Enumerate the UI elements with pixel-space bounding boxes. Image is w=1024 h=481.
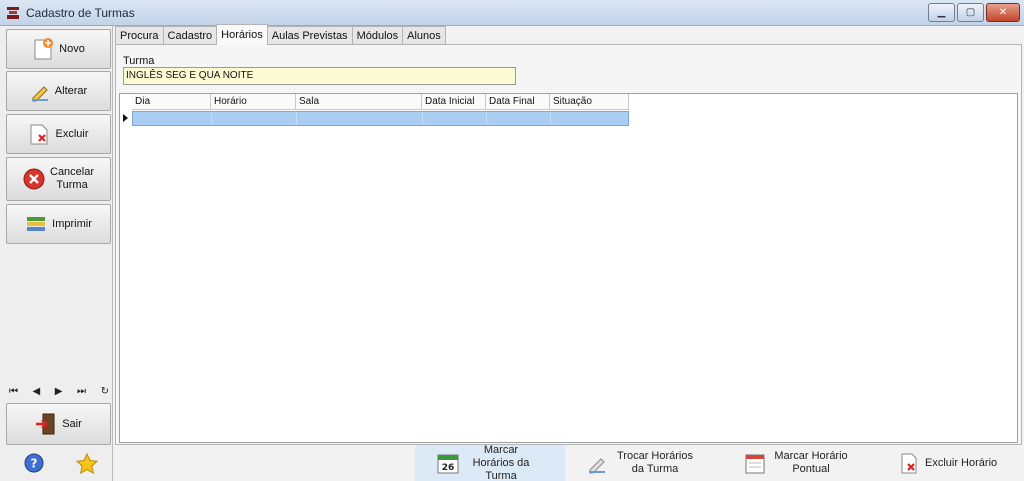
cancelar-turma-button[interactable]: Cancelar Turma <box>6 157 111 201</box>
delete-document-icon <box>30 124 48 145</box>
novo-label: Novo <box>59 42 85 55</box>
novo-button[interactable]: Novo <box>6 29 111 69</box>
calendar-26-icon: 26 <box>437 454 459 474</box>
svg-text:26: 26 <box>442 463 455 473</box>
alterar-label: Alterar <box>54 84 88 97</box>
turma-label: Turma <box>123 55 155 67</box>
excluir-horario-label: Excluir Horário <box>925 456 998 469</box>
column-header-dia[interactable]: Dia <box>132 94 211 110</box>
row-indicator-icon <box>123 114 128 122</box>
title-bar: Cadastro de Turmas ▁ ▢ ✕ <box>0 0 1024 26</box>
sair-label: Sair <box>62 417 82 430</box>
marcar-horarios-turma-button[interactable]: 26 Marcar Horários da Turma <box>415 443 565 481</box>
horarios-panel: Turma INGLÊS SEG E QUA NOITE Dia Horário… <box>115 44 1022 445</box>
table-cell[interactable] <box>212 112 297 125</box>
marcar-horarios-turma-label: Marcar Horários da Turma <box>472 443 530 481</box>
main-area: Procura Cadastro Horários Aulas Prevista… <box>113 24 1024 481</box>
column-header-data-inicial[interactable]: Data Inicial <box>422 94 486 110</box>
printer-icon <box>27 217 46 231</box>
imprimir-button[interactable]: Imprimir <box>6 204 111 244</box>
excluir-horario-button[interactable]: Excluir Horário <box>899 445 1023 481</box>
marcar-horario-pontual-button[interactable]: Marcar Horário Pontual <box>745 445 885 481</box>
table-cell[interactable] <box>551 112 628 125</box>
excluir-label: Excluir <box>55 127 89 140</box>
trocar-horarios-turma-button[interactable]: Trocar Horários da Turma <box>587 445 727 481</box>
minimize-button[interactable]: ▁ <box>928 3 955 22</box>
close-button[interactable]: ✕ <box>986 3 1020 22</box>
favorite-star-icon[interactable] <box>76 453 98 474</box>
edit-pencil-icon <box>589 458 605 474</box>
table-cell[interactable] <box>297 112 423 125</box>
column-header-sala[interactable]: Sala <box>296 94 422 110</box>
grid-header: Dia Horário Sala Data Inicial Data Final… <box>132 94 629 110</box>
minimize-icon: ▁ <box>937 7 946 18</box>
cancel-red-x-icon <box>23 168 45 190</box>
prev-record-icon[interactable]: ◀ <box>33 386 41 397</box>
close-icon: ✕ <box>998 7 1008 18</box>
table-cell[interactable] <box>423 112 487 125</box>
column-header-horario[interactable]: Horário <box>211 94 296 110</box>
cancelar-turma-label: Cancelar Turma <box>50 166 95 191</box>
window-title: Cadastro de Turmas <box>26 6 135 20</box>
tab-procura[interactable]: Procura <box>115 26 164 45</box>
edit-pencil-icon <box>31 86 48 102</box>
excluir-button[interactable]: Excluir <box>6 114 111 154</box>
svg-text:?: ? <box>31 457 38 471</box>
table-cell[interactable] <box>487 112 551 125</box>
app-icon <box>7 7 19 19</box>
maximize-icon: ▢ <box>965 7 976 18</box>
alterar-button[interactable]: Alterar <box>6 71 111 111</box>
trocar-horarios-turma-label: Trocar Horários da Turma <box>617 450 693 475</box>
column-header-situacao[interactable]: Situação <box>550 94 629 110</box>
sair-button[interactable]: Sair <box>6 403 111 445</box>
calendar-icon <box>745 454 765 474</box>
tab-horarios[interactable]: Horários <box>216 24 268 45</box>
refresh-icon[interactable]: ↻ <box>101 386 109 397</box>
tab-alunos[interactable]: Alunos <box>402 26 446 45</box>
help-icon[interactable]: ? <box>24 453 44 473</box>
imprimir-label: Imprimir <box>52 217 92 230</box>
left-toolbar: Novo Alterar Excluir Cancelar Turma Impr… <box>0 26 113 481</box>
tab-cadastro[interactable]: Cadastro <box>162 26 218 45</box>
table-row[interactable] <box>132 111 629 126</box>
next-record-icon[interactable]: ▶ <box>55 386 63 397</box>
delete-document-icon <box>901 453 917 474</box>
turma-field[interactable]: INGLÊS SEG E QUA NOITE <box>123 67 516 85</box>
tab-modulos[interactable]: Módulos <box>351 26 404 45</box>
tab-strip: Procura Cadastro Horários Aulas Prevista… <box>115 24 446 45</box>
record-navigator: ⏮ ◀ ▶ ⏭ ↻ <box>9 385 109 397</box>
tab-aulas-previstas[interactable]: Aulas Previstas <box>266 26 353 45</box>
first-record-icon[interactable]: ⏮ <box>9 386 18 397</box>
marcar-horario-pontual-label: Marcar Horário Pontual <box>774 450 848 475</box>
last-record-icon[interactable]: ⏭ <box>77 386 86 397</box>
new-document-icon <box>34 38 54 60</box>
horarios-grid[interactable]: Dia Horário Sala Data Inicial Data Final… <box>119 93 1018 443</box>
table-cell[interactable] <box>133 112 212 125</box>
exit-door-icon <box>36 413 55 435</box>
bottom-action-bar: 26 Marcar Horários da Turma Trocar Horár… <box>113 443 1024 481</box>
column-header-data-final[interactable]: Data Final <box>486 94 550 110</box>
maximize-button[interactable]: ▢ <box>957 3 984 22</box>
